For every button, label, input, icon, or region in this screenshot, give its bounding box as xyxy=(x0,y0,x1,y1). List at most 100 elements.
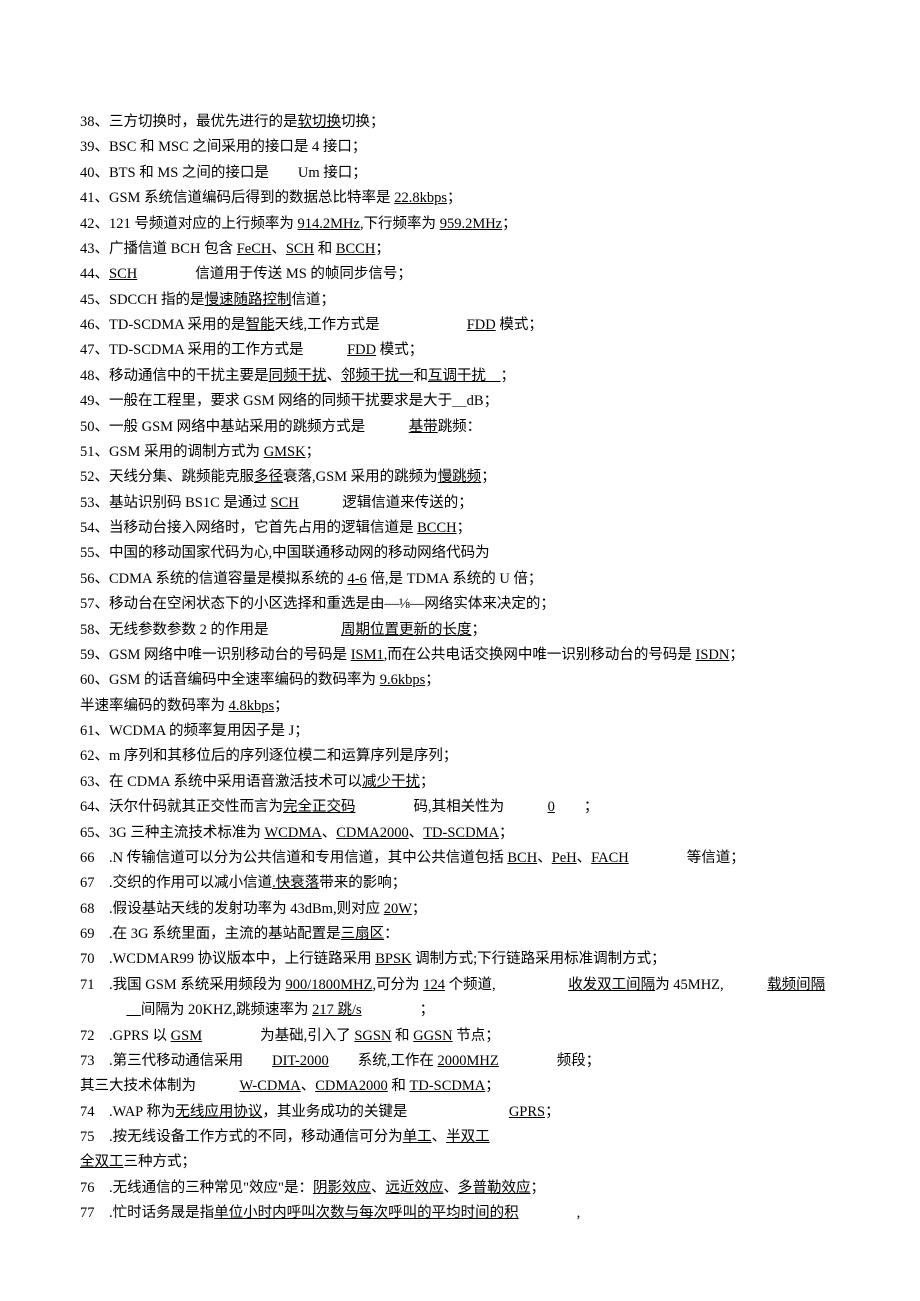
underlined-text: 半双工 xyxy=(446,1129,490,1145)
underlined-text: 完全正交码 xyxy=(283,799,356,815)
text-line: 76 .无线通信的三种常见"效应"是：阴影效应、远近效应、多普勒效应； xyxy=(80,1176,840,1201)
text-line: 53、基站识别码 BS1C 是通过 SCH 逻辑信道来传送的； xyxy=(80,491,840,516)
text-line: 48、移动通信中的干扰主要是同频干扰、邻频干扰一和互调干扰 ； xyxy=(80,364,840,389)
underlined-text: 124 xyxy=(423,977,445,993)
text: 码,其相关性为 xyxy=(356,799,548,815)
text-line: 44、SCH 信道用于传送 MS 的帧同步信号； xyxy=(80,262,840,287)
text: ； xyxy=(530,1180,545,1196)
underlined-text: 4-6 xyxy=(347,571,366,587)
text: ； xyxy=(485,1078,500,1094)
item-number: 65、 xyxy=(80,825,109,841)
underlined-text: SCH xyxy=(286,241,314,257)
item-number: 40、 xyxy=(80,165,109,181)
text: ； xyxy=(425,672,440,688)
underlined-text: 全双工 xyxy=(80,1154,124,1170)
text: 其三大技术体制为 xyxy=(80,1078,240,1094)
text-line: 间隔为 20KHZ,跳频速率为 217 跳/s ； xyxy=(80,998,840,1023)
underlined-text: BCH xyxy=(507,850,537,866)
text: 无线通信的三种常见"效应"是： xyxy=(113,1180,313,1196)
item-number: 45、 xyxy=(80,292,109,308)
text-line: 68 .假设基站天线的发射功率为 43dBm,则对应 20W； xyxy=(80,897,840,922)
text-line: 77 .忙时话务晟是指单位小时内呼叫次数与每次呼叫的平均时间的积 , xyxy=(80,1201,840,1226)
text: ，其业务成功的关键是 xyxy=(262,1104,509,1120)
item-number: 66 . xyxy=(80,850,113,866)
item-number: 42、 xyxy=(80,216,109,232)
text-line: 60、GSM 的话音编码中全速率编码的数码率为 9.6kbps； xyxy=(80,668,840,693)
text: m 序列和其移位后的序列逐位模二和运算序列是序列； xyxy=(109,748,457,764)
text-line: 72 .GPRS 以 GSM 为基础,引入了 SGSN 和 GGSN 节点； xyxy=(80,1024,840,1049)
underlined-text: PeH xyxy=(552,850,577,866)
text: 和 xyxy=(388,1078,410,1094)
text: 基站识别码 BS1C 是通过 xyxy=(109,495,271,511)
underlined-text: 0 xyxy=(548,799,555,815)
underlined-text: BPSK xyxy=(375,951,411,967)
text-line: 41、GSM 系统信道编码后得到的数据总比特率是 22.8kbps； xyxy=(80,186,840,211)
underlined-text: SCH xyxy=(109,266,137,282)
underlined-text: 217 跳/s xyxy=(312,1002,362,1018)
item-number: 47、 xyxy=(80,342,109,358)
text-line: 49、一般在工程里，要求 GSM 网络的同频干扰要求是大于＿dB； xyxy=(80,389,840,414)
text: ； xyxy=(472,622,487,638)
text: 无线参数参数 2 的作用是 xyxy=(109,622,341,638)
underlined-text: FDD xyxy=(467,317,496,333)
underlined-text: 959.2MHz xyxy=(440,216,502,232)
text-line: 半速率编码的数码率为 4.8kbps； xyxy=(80,694,840,719)
text: 当移动台接入网络时，它首先占用的逻辑信道是 xyxy=(109,520,417,536)
item-number: 59、 xyxy=(80,647,109,663)
text-line: 73 .第三代移动通信采用 DIT-2000 系统,工作在 2000MHZ 频段… xyxy=(80,1049,840,1074)
item-number: 38、 xyxy=(80,114,109,130)
text: 在 CDMA 系统中采用语音激活技术可以 xyxy=(109,774,362,790)
text: 我国 GSM 系统采用频段为 xyxy=(113,977,286,993)
underlined-text: W-CDMA xyxy=(240,1078,301,1094)
underlined-text: SCH xyxy=(271,495,299,511)
underlined-text: GSM xyxy=(171,1028,202,1044)
underlined-text: TD-SCDMA xyxy=(410,1078,486,1094)
text: 调制方式;下行链路采用标准调制方式； xyxy=(412,951,666,967)
text: 间隔为 20KHZ,跳频速率为 xyxy=(141,1002,312,1018)
item-number: 77 . xyxy=(80,1205,113,1221)
text-line: 59、GSM 网络中唯一识别移动台的号码是 ISM1,而在公共电话交换网中唯一识… xyxy=(80,643,840,668)
underlined-text: 载频间隔 xyxy=(767,977,825,993)
item-number: 74 . xyxy=(80,1104,113,1120)
item-number: 60、 xyxy=(80,672,109,688)
underlined-text: GMSK xyxy=(264,444,306,460)
text: 倍,是 TDMA 系统的 U 倍； xyxy=(367,571,543,587)
text: 切换； xyxy=(341,114,385,130)
text: 逻辑信道来传送的； xyxy=(299,495,473,511)
text-line: 45、SDCCH 指的是慢速随路控制信道； xyxy=(80,288,840,313)
text: ； xyxy=(375,241,390,257)
text: 广播信道 BCH 包含 xyxy=(109,241,237,257)
underlined-text: GGSN xyxy=(413,1028,452,1044)
underlined-text: GPRS xyxy=(509,1104,545,1120)
text: 天线分集、跳频能克服 xyxy=(109,469,254,485)
text: ； xyxy=(729,647,744,663)
underlined-text: CDMA2000 xyxy=(315,1078,388,1094)
text: ； xyxy=(501,368,516,384)
underlined-text: 互调干扰 xyxy=(428,368,501,384)
item-number: 43、 xyxy=(80,241,109,257)
text: GSM 系统信道编码后得到的数据总比特率是 xyxy=(109,190,394,206)
text: 节点； xyxy=(453,1028,500,1044)
underlined-text: .快衰落 xyxy=(272,875,319,891)
underlined-text: 无线应用协议 xyxy=(175,1104,262,1120)
underlined-text: 周期位置更新的长度 xyxy=(341,622,472,638)
text: 在 3G 系统里面，主流的基站配置是 xyxy=(113,926,341,942)
text-line: 全双工三种方式； xyxy=(80,1150,840,1175)
text-line: 42、121 号频道对应的上行频率为 914.2MHz,下行频率为 959.2M… xyxy=(80,212,840,237)
text: 第三代移动通信采用 xyxy=(113,1053,273,1069)
item-number: 73 . xyxy=(80,1053,113,1069)
item-number: 54、 xyxy=(80,520,109,536)
text: 、 xyxy=(271,241,286,257)
text: 中国的移动国家代码为心,中国联通移动网的移动网络代码为 xyxy=(109,545,490,561)
item-number: 58、 xyxy=(80,622,109,638)
text: SDCCH 指的是 xyxy=(109,292,204,308)
text-line: 75 .按无线设备工作方式的不同，移动通信可分为单工、半双工 xyxy=(80,1125,840,1150)
text: ； xyxy=(274,698,289,714)
text: BSC 和 MSC 之间采用的接口是 4 接口； xyxy=(109,139,366,155)
item-number: 61、 xyxy=(80,723,109,739)
underlined-text: 单工 xyxy=(403,1129,432,1145)
item-number: 69 . xyxy=(80,926,113,942)
text-line: 其三大技术体制为 W-CDMA、CDMA2000 和 TD-SCDMA； xyxy=(80,1074,840,1099)
item-number: 55、 xyxy=(80,545,109,561)
text: 移动通信中的干扰主要是 xyxy=(109,368,269,384)
